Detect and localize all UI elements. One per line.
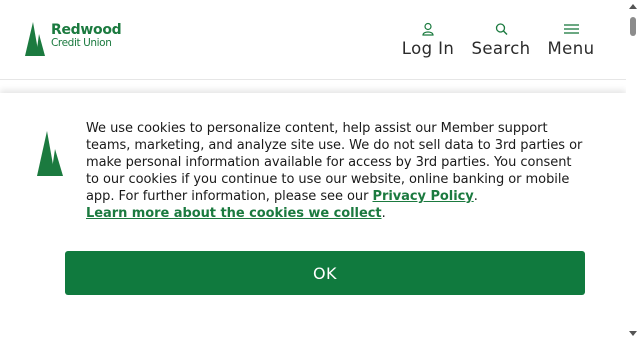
cookie-message-text: We use cookies to personalize content, h… — [86, 121, 583, 204]
nav-login-label: Log In — [401, 39, 455, 58]
privacy-policy-link[interactable]: Privacy Policy — [373, 189, 474, 204]
cookie-message: We use cookies to personalize content, h… — [86, 120, 586, 222]
cookie-message-period: . — [473, 189, 478, 204]
nav-search[interactable]: Search — [469, 22, 533, 58]
redwood-logo[interactable]: Redwood Credit Union — [24, 20, 124, 58]
nav-menu-label: Menu — [547, 39, 595, 58]
nav-menu[interactable]: Menu — [543, 22, 599, 58]
nav-login[interactable]: Log In — [398, 22, 458, 58]
logo-name-line2: Credit Union — [51, 37, 112, 49]
cookie-consent-banner: We use cookies to personalize content, h… — [0, 93, 626, 341]
logo-name-line1: Redwood — [51, 22, 122, 38]
nav-search-label: Search — [471, 39, 531, 58]
user-icon — [422, 22, 434, 36]
tree-logo-icon — [25, 22, 45, 56]
page: Redwood Credit Union Log In Search Menu … — [0, 0, 640, 341]
site-header: Redwood Credit Union Log In Search Menu — [0, 0, 626, 80]
accept-cookies-ok-button[interactable]: OK — [65, 251, 585, 295]
scrollbar-thumb[interactable] — [630, 17, 636, 36]
scroll-down-arrow-icon[interactable] — [629, 331, 637, 336]
tree-logo-icon — [37, 131, 63, 176]
scroll-up-arrow-icon[interactable] — [629, 4, 637, 9]
hamburger-icon — [563, 24, 579, 34]
learn-more-period: . — [381, 206, 386, 221]
search-icon — [495, 23, 507, 35]
learn-more-cookies-link[interactable]: Learn more about the cookies we collect — [86, 206, 382, 221]
logo-wordmark: Redwood Credit Union — [51, 22, 122, 49]
page-scrollbar[interactable] — [626, 0, 640, 341]
